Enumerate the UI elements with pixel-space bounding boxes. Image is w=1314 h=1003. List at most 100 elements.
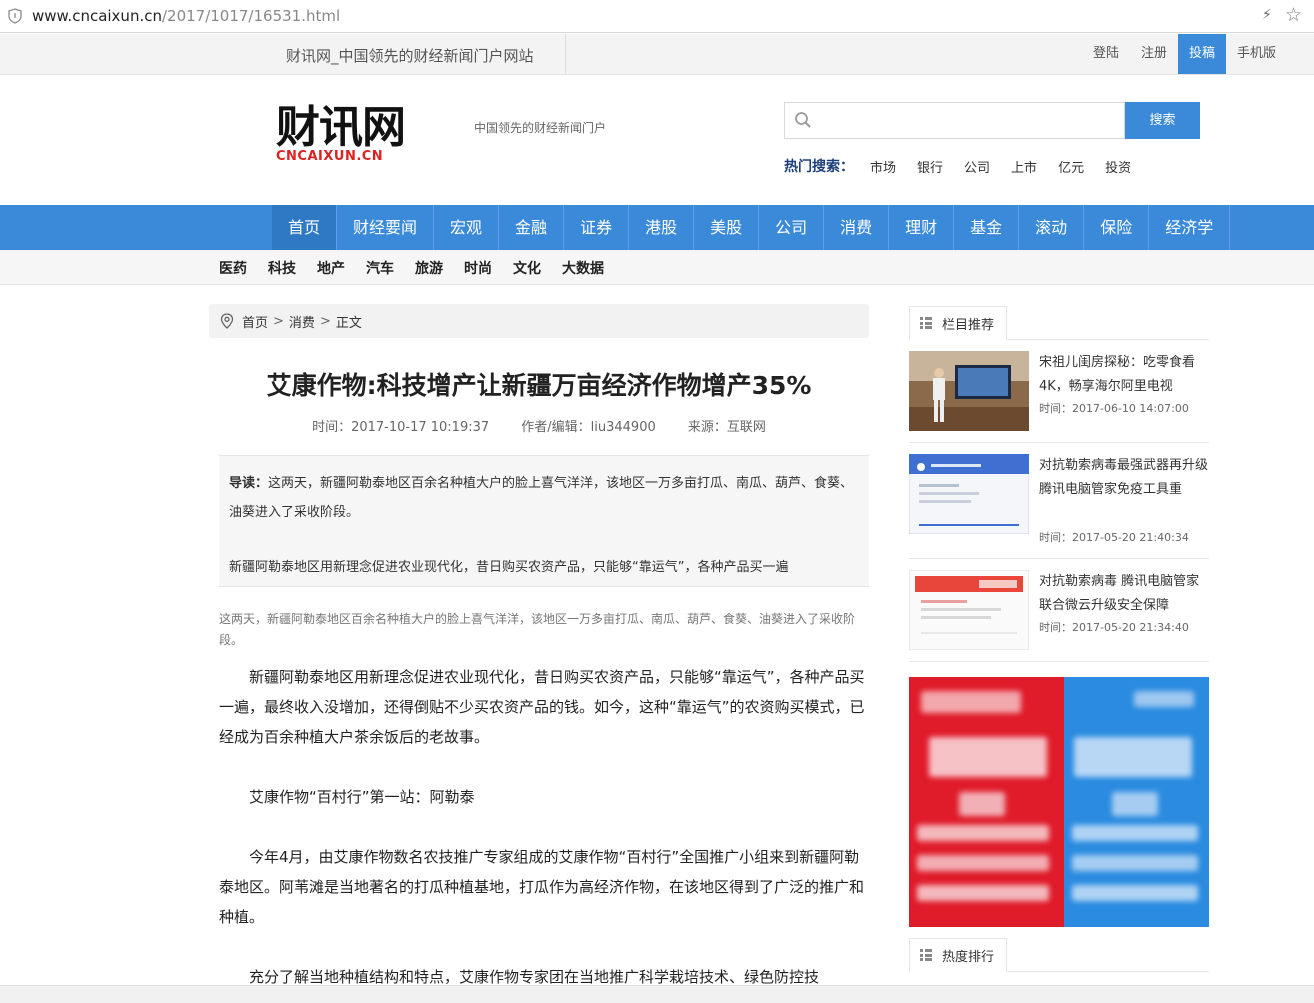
recommend-tab[interactable]: 栏目推荐 (909, 306, 1008, 340)
news-title[interactable]: 宋祖儿闺房探秘：吃零食看4K，畅享海尔阿里电视 (1039, 351, 1209, 399)
lead-paragraph: 导读：这两天，新疆阿勒泰地区百余名种植大户的脸上喜气洋洋，该地区一万多亩打瓜、南… (229, 469, 859, 527)
recommend-header: 栏目推荐 (909, 306, 1209, 340)
register-link[interactable]: 注册 (1130, 34, 1178, 74)
nav-item-home[interactable]: 首页 (272, 205, 338, 250)
hot-keyword[interactable]: 亿元 (1058, 157, 1084, 176)
sub-nav-items: 医药 科技 地产 汽车 旅游 时尚 文化 大数据 (219, 250, 625, 285)
subnav-item-auto[interactable]: 汽车 (366, 258, 394, 278)
url-host: www.cncaixun.cn (32, 7, 162, 25)
site-slogan: 财讯网_中国领先的财经新闻门户网站 (286, 47, 534, 65)
search-icon (795, 112, 811, 128)
nav-item-rolling[interactable]: 滚动 (1019, 205, 1085, 250)
browser-address-bar: www.cncaixun.cn/2017/1017/16531.html ⚡ ☆ (0, 0, 1314, 33)
news-title[interactable]: 对抗勒索病毒 腾讯电脑管家联合微云升级安全保障 (1039, 570, 1209, 618)
topbar-divider (565, 34, 566, 75)
nav-item-insurance[interactable]: 保险 (1084, 205, 1150, 250)
nav-item-hk-stocks[interactable]: 港股 (629, 205, 695, 250)
hot-keyword[interactable]: 银行 (917, 157, 943, 176)
ad-red-panel (909, 677, 1064, 927)
ranking-tab[interactable]: 热度排行 (909, 938, 1008, 972)
sidebar-news-item[interactable]: 对抗勒索病毒最强武器再升级 腾讯电脑管家免疫工具重 时间：2017-05-20 … (909, 454, 1209, 559)
nav-item-economics[interactable]: 经济学 (1149, 205, 1231, 250)
article-summary: 这两天，新疆阿勒泰地区百余名种植大户的脸上喜气洋洋，该地区一万多亩打瓜、南瓜、葫… (219, 612, 856, 647)
sidebar-news-item[interactable]: 对抗勒索病毒 腾讯电脑管家联合微云升级安全保障 时间：2017-05-20 21… (909, 570, 1209, 662)
breadcrumb-category[interactable]: 消费 (289, 312, 315, 331)
site-tagline: 中国领先的财经新闻门户 (474, 121, 607, 135)
submit-article-link[interactable]: 投稿 (1178, 34, 1227, 74)
hot-keyword[interactable]: 公司 (964, 157, 990, 176)
breadcrumb: 首页 > 消费 > 正文 (209, 304, 869, 338)
article-meta: 时间：2017-10-17 10:19:37 作者/编辑：liu344900 来… (209, 416, 869, 435)
hot-search-label: 热门搜索： (784, 159, 854, 175)
hot-keyword[interactable]: 上市 (1011, 157, 1037, 176)
nav-item-consumer[interactable]: 消费 (824, 205, 890, 250)
lead-text: 这两天，新疆阿勒泰地区百余名种植大户的脸上喜气洋洋，该地区一万多亩打瓜、南瓜、葫… (229, 476, 854, 520)
hot-searches: 热门搜索： 市场 银行 公司 上市 亿元 投资 (784, 156, 1152, 176)
main-nav: 首页 财经要闻 宏观 金融 证券 港股 美股 公司 消费 理财 基金 滚动 保险… (0, 205, 1314, 250)
top-utility-bar: 财讯网_中国领先的财经新闻门户网站 登陆 注册 投稿 手机版 (0, 34, 1314, 75)
bookmark-star-icon[interactable]: ☆ (1285, 4, 1302, 26)
logo-english: CNCAIXUN.CN (276, 149, 384, 164)
article-author: 作者/编辑：liu344900 (521, 420, 656, 435)
hot-keyword[interactable]: 市场 (870, 157, 896, 176)
search-bar: 搜索 (784, 102, 1200, 139)
lead-label: 导读： (229, 476, 269, 491)
horizontal-scrollbar[interactable] (0, 985, 1314, 1003)
article-subheading: 艾康作物“百村行”第一站：阿勒泰 (249, 788, 475, 806)
news-thumbnail[interactable] (909, 570, 1029, 650)
subnav-item-culture[interactable]: 文化 (513, 258, 541, 278)
news-screenshot (909, 570, 1029, 650)
grid-icon (920, 317, 932, 329)
news-photo (909, 351, 1029, 431)
nav-item-macro[interactable]: 宏观 (434, 205, 500, 250)
nav-item-securities[interactable]: 证券 (564, 205, 630, 250)
location-pin-icon (220, 313, 234, 329)
recommend-title: 栏目推荐 (942, 317, 995, 333)
site-logo[interactable]: 财讯网 CNCAIXUN.CN (276, 102, 456, 168)
login-link[interactable]: 登陆 (1082, 34, 1130, 74)
mobile-version-link[interactable]: 手机版 (1226, 34, 1287, 74)
news-time: 时间：2017-05-20 21:34:40 (1039, 621, 1189, 634)
article-paragraph: 新疆阿勒泰地区用新理念促进农业现代化，昔日购买农资产品，只能够“靠运气”，各种产… (219, 668, 865, 746)
subnav-item-medicine[interactable]: 医药 (219, 258, 247, 278)
nav-item-company[interactable]: 公司 (759, 205, 825, 250)
ranking-header: 热度排行 (909, 938, 1209, 972)
subnav-item-fashion[interactable]: 时尚 (464, 258, 492, 278)
search-input[interactable] (819, 109, 1119, 133)
hot-keyword[interactable]: 投资 (1105, 157, 1131, 176)
breadcrumb-home[interactable]: 首页 (242, 312, 268, 331)
news-time: 时间：2017-06-10 14:07:00 (1039, 402, 1189, 415)
breadcrumb-separator: > (273, 313, 284, 329)
nav-item-headlines[interactable]: 财经要闻 (337, 205, 435, 250)
nav-item-wealth[interactable]: 理财 (889, 205, 955, 250)
search-button[interactable]: 搜索 (1125, 102, 1200, 139)
article-paragraph: 今年4月，由艾康作物数名农技推广专家组成的艾康作物“百村行”全国推广小组来到新疆… (219, 848, 865, 926)
news-thumbnail[interactable] (909, 454, 1029, 534)
url-path: /2017/1017/16531.html (161, 7, 341, 25)
news-thumbnail[interactable] (909, 351, 1029, 431)
news-title[interactable]: 对抗勒索病毒最强武器再升级 腾讯电脑管家免疫工具重 (1039, 454, 1209, 502)
breadcrumb-separator: > (319, 313, 331, 329)
breadcrumb-current: 正文 (335, 315, 362, 331)
url-text[interactable]: www.cncaixun.cn/2017/1017/16531.html (32, 7, 340, 25)
ad-blue-panel (1064, 677, 1209, 927)
news-screenshot (909, 454, 1029, 534)
sub-nav: 医药 科技 地产 汽车 旅游 时尚 文化 大数据 (0, 250, 1314, 285)
advertisement-banner[interactable] (909, 677, 1209, 927)
top-links: 登陆 注册 投稿 手机版 (1082, 34, 1287, 75)
lightning-icon[interactable]: ⚡ (1262, 7, 1272, 23)
nav-item-finance[interactable]: 金融 (499, 205, 565, 250)
subnav-item-tech[interactable]: 科技 (268, 258, 296, 278)
subnav-item-bigdata[interactable]: 大数据 (562, 258, 604, 278)
sidebar-news-item[interactable]: 宋祖儿闺房探秘：吃零食看4K，畅享海尔阿里电视 时间：2017-06-10 14… (909, 351, 1209, 443)
nav-item-us-stocks[interactable]: 美股 (694, 205, 760, 250)
logo-chinese: 财讯网 (276, 102, 406, 153)
news-time: 时间：2017-05-20 21:40:34 (1039, 531, 1189, 544)
main-nav-items: 首页 财经要闻 宏观 金融 证券 港股 美股 公司 消费 理财 基金 滚动 保险… (272, 205, 1231, 250)
article-title: 艾康作物:科技增产让新疆万亩经济作物增产35% (266, 371, 812, 400)
subnav-item-travel[interactable]: 旅游 (415, 258, 443, 278)
nav-item-funds[interactable]: 基金 (954, 205, 1020, 250)
grid-icon (920, 949, 932, 961)
page: www.cncaixun.cn/2017/1017/16531.html ⚡ ☆… (0, 0, 1314, 1003)
subnav-item-realestate[interactable]: 地产 (317, 258, 345, 278)
